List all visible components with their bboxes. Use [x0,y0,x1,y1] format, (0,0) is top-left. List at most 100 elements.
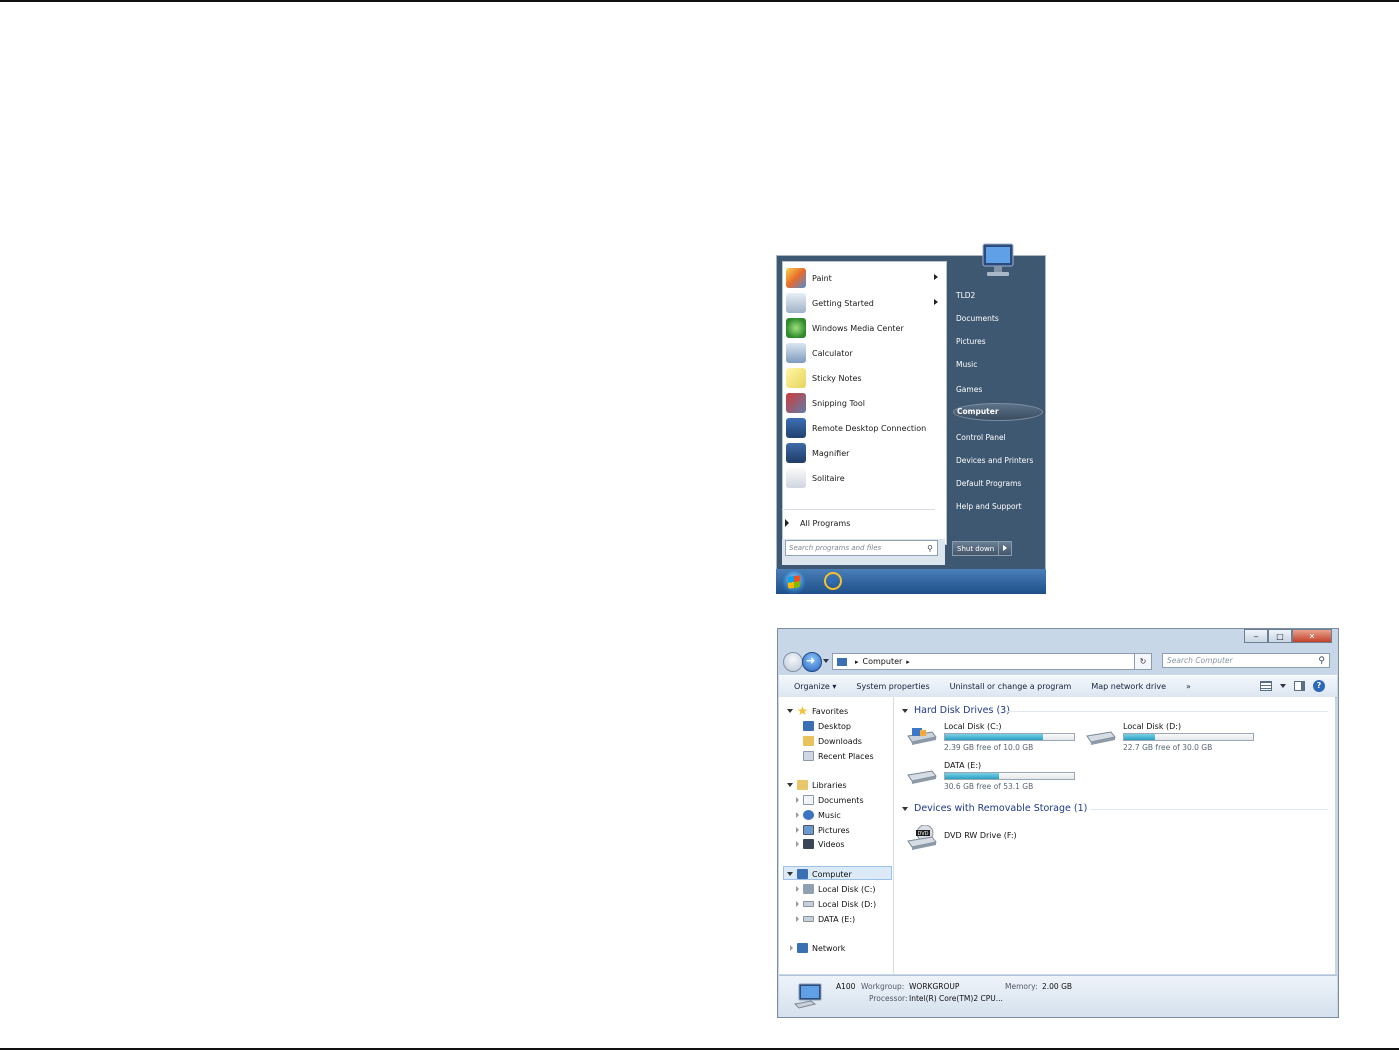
program-item[interactable]: Solitaire [783,466,946,490]
nav-pictures[interactable]: Pictures [796,823,850,837]
nav-libraries[interactable]: Libraries [787,778,847,792]
command-bar: Organize ▾ System properties Uninstall o… [779,675,1337,698]
nav-pictures-label: Pictures [818,825,850,835]
collapsed-arrow-icon[interactable] [796,901,799,907]
group-divider [1090,809,1328,810]
view-dropdown-icon[interactable] [1280,684,1286,688]
nav-local-disk-c[interactable]: Local Disk (C:) [796,882,876,896]
collapse-group-icon[interactable] [902,708,908,713]
uninstall-program-button[interactable]: Uninstall or change a program [940,682,1082,691]
nav-network[interactable]: Network [790,941,845,955]
program-item[interactable]: Remote Desktop Connection [783,416,946,440]
breadcrumb-chevron-icon[interactable]: ▸ [906,658,910,666]
start-search-placeholder: Search programs and files [789,544,882,552]
refresh-button[interactable]: ↻ [1134,653,1152,670]
nav-favorites[interactable]: Favorites [787,704,848,718]
nav-computer-label: Computer [812,869,852,879]
submenu-arrow-icon[interactable] [934,274,938,280]
nav-videos[interactable]: Videos [796,837,845,851]
expand-arrow-icon[interactable] [787,872,793,876]
pictures-icon [803,825,814,835]
collapsed-arrow-icon[interactable] [796,827,799,833]
nav-downloads[interactable]: Downloads [803,734,862,748]
nav-recent-places[interactable]: Recent Places [803,749,874,763]
start-place-devices-and-printers[interactable]: Devices and Printers [953,451,1043,469]
processor-label: Processor: [869,994,908,1003]
bottom-rule [0,1048,1399,1050]
back-button[interactable] [783,652,803,672]
expand-arrow-icon[interactable] [787,783,793,787]
submenu-arrow-icon[interactable] [934,299,938,305]
nav-documents[interactable]: Documents [796,793,864,807]
start-search-input[interactable]: Search programs and files ⚲ [785,540,938,556]
shutdown-options-arrow-icon[interactable] [999,541,1013,556]
forward-button[interactable] [802,652,822,672]
organize-button[interactable]: Organize ▾ [779,682,846,691]
start-place-documents[interactable]: Documents [953,309,1043,327]
computer-icon [797,869,808,879]
program-item[interactable]: Sticky Notes [783,366,946,390]
system-properties-button[interactable]: System properties [846,682,939,691]
change-view-icon[interactable] [1260,681,1272,691]
group-label: Devices with Removable Storage (1) [914,803,1088,814]
collapsed-arrow-icon[interactable] [796,812,799,818]
drive-usage-bar [944,733,1075,741]
start-orb-icon[interactable] [782,570,806,594]
nav-music[interactable]: Music [796,808,841,822]
collapsed-arrow-icon[interactable] [796,841,799,847]
start-place-help-and-support[interactable]: Help and Support [953,497,1043,515]
close-button[interactable]: ✕ [1292,629,1332,643]
start-place-default-programs[interactable]: Default Programs [953,474,1043,492]
program-item[interactable]: Windows Media Center [783,316,946,340]
collapsed-arrow-icon[interactable] [796,916,799,922]
start-place-control-panel[interactable]: Control Panel [953,428,1043,446]
collapsed-arrow-icon[interactable] [790,945,793,951]
explorer-search-placeholder: Search Computer [1167,656,1233,665]
nav-data-e[interactable]: DATA (E:) [796,912,855,926]
program-item[interactable]: Snipping Tool [783,391,946,415]
program-label: Getting Started [812,298,874,308]
collapsed-arrow-icon[interactable] [796,886,799,892]
nav-documents-label: Documents [818,795,864,805]
maximize-button[interactable]: □ [1268,629,1292,643]
program-item[interactable]: Paint [783,266,946,290]
start-place-tld2[interactable]: TLD2 [953,286,1043,304]
minimize-button[interactable]: ‒ [1244,629,1268,643]
breadcrumb-chevron-icon[interactable]: ▸ [855,658,859,666]
help-icon[interactable]: ? [1313,680,1325,692]
address-bar[interactable]: ▸ Computer ▸ [832,653,1152,670]
collapsed-arrow-icon[interactable] [796,797,799,803]
start-place-computer[interactable]: Computer [953,403,1043,421]
calculator-icon [786,343,806,363]
nav-local-disk-d[interactable]: Local Disk (D:) [796,897,876,911]
drive-free-space: 22.7 GB free of 30.0 GB [1123,743,1213,752]
internet-explorer-icon[interactable]: e [824,572,842,590]
program-item[interactable]: Calculator [783,341,946,365]
nav-computer[interactable]: Computer [787,867,852,881]
nav-local-disk-c-label: Local Disk (C:) [818,884,876,894]
program-label: Sticky Notes [812,373,862,383]
all-programs-item[interactable]: All Programs [782,515,932,531]
start-place-games[interactable]: Games [953,380,1043,398]
more-commands-button[interactable]: » [1176,682,1201,691]
drive-icon [1086,731,1116,745]
shutdown-button[interactable]: Shut down [952,541,1000,556]
program-item[interactable]: Magnifier [783,441,946,465]
group-header-removable-storage[interactable]: Devices with Removable Storage (1) [902,803,1087,814]
recent-pages-dropdown-icon[interactable] [823,659,829,663]
explorer-search-input[interactable]: Search Computer ⚲ [1162,653,1330,668]
address-text[interactable]: Computer [863,657,903,666]
collapse-group-icon[interactable] [902,806,908,811]
start-place-pictures[interactable]: Pictures [953,332,1043,350]
start-place-music[interactable]: Music [953,355,1043,373]
preview-pane-icon[interactable] [1294,681,1305,691]
program-item[interactable]: Getting Started [783,291,946,315]
computer-user-icon [982,243,1014,276]
map-network-drive-button[interactable]: Map network drive [1081,682,1176,691]
system-drive-icon [803,884,814,894]
expand-arrow-icon[interactable] [787,709,793,713]
group-header-hard-disk-drives[interactable]: Hard Disk Drives (3) [902,705,1010,716]
nav-videos-label: Videos [818,839,845,849]
nav-desktop[interactable]: Desktop [803,719,851,733]
shutdown-control[interactable]: Shut down [952,541,1013,556]
